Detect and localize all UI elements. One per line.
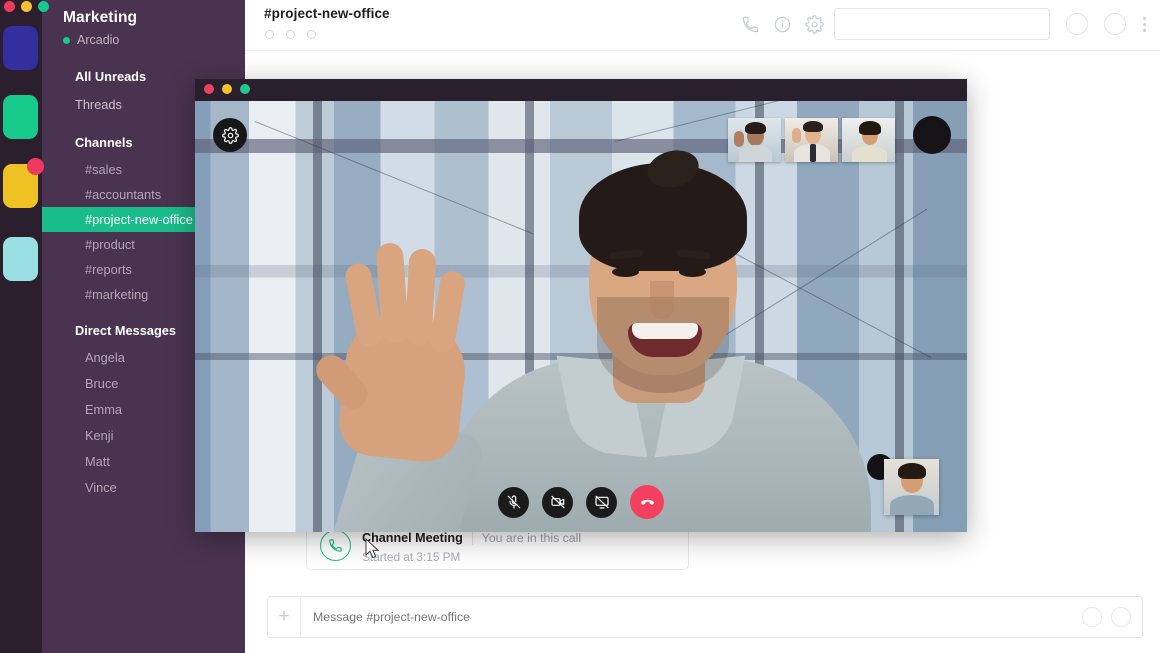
message-input[interactable] (301, 597, 1082, 637)
call-window-traffic-lights (204, 84, 250, 94)
pinned-items-icon (286, 30, 295, 39)
mouse-cursor (365, 538, 380, 565)
phone-circle-icon (320, 530, 351, 561)
channel-topic-icon (307, 30, 316, 39)
emoji-icon[interactable] (1082, 607, 1102, 627)
close-window-button[interactable] (4, 1, 15, 12)
participant-thumbnail[interactable] (785, 118, 838, 162)
call-maximize-button[interactable] (240, 84, 250, 94)
video-stage (195, 101, 967, 532)
workspace-tile-green[interactable] (3, 95, 38, 139)
minimize-window-button[interactable] (21, 1, 32, 12)
workspace-tile-yellow[interactable] (3, 164, 38, 208)
window-mullion (313, 101, 322, 532)
current-user: Arcadio (63, 33, 245, 47)
workspace-tile-cyan[interactable] (3, 237, 38, 281)
search-input[interactable] (835, 9, 1049, 39)
workspace-name: Marketing (63, 9, 245, 27)
member-count-icon (265, 30, 274, 39)
participant-overflow-avatar[interactable] (913, 116, 951, 154)
maximize-window-button[interactable] (38, 1, 49, 12)
screen-share-off-icon[interactable] (586, 487, 617, 518)
plus-icon[interactable]: + (268, 597, 301, 637)
header-avatar-circle-2[interactable] (1104, 13, 1126, 35)
gear-icon[interactable] (213, 118, 247, 152)
unread-badge (27, 158, 44, 175)
attachment-icon[interactable] (1111, 607, 1131, 627)
channel-header-actions (734, 7, 1152, 41)
user-name: Arcadio (77, 33, 119, 47)
meeting-status: You are in this call (482, 531, 581, 545)
channel-title: #project-new-office (264, 6, 390, 21)
header-avatar-circle-1[interactable] (1066, 13, 1088, 35)
divider (472, 532, 473, 545)
workspace-tile-indigo[interactable] (3, 26, 38, 70)
channel-header: #project-new-office (245, 0, 1160, 51)
window-traffic-lights (4, 1, 49, 12)
video-call-window[interactable] (195, 79, 967, 532)
gear-icon[interactable] (798, 7, 830, 41)
self-video-thumbnail[interactable] (884, 459, 939, 515)
call-close-button[interactable] (204, 84, 214, 94)
info-icon[interactable] (766, 7, 798, 41)
workspace-header[interactable]: Marketing Arcadio (42, 0, 245, 47)
presence-online-icon (63, 37, 70, 44)
microphone-off-icon[interactable] (498, 487, 529, 518)
participant-thumbnails (728, 118, 895, 162)
call-minimize-button[interactable] (222, 84, 232, 94)
participant-thumbnail[interactable] (728, 118, 781, 162)
search-box[interactable] (834, 8, 1050, 40)
call-controls (498, 485, 664, 519)
call-window-titlebar (195, 79, 967, 101)
message-composer[interactable]: + (267, 596, 1143, 638)
camera-off-icon[interactable] (542, 487, 573, 518)
phone-icon[interactable] (734, 7, 766, 41)
kebab-menu-icon[interactable] (1136, 17, 1152, 32)
participant-thumbnail[interactable] (842, 118, 895, 162)
app-rail (0, 0, 42, 653)
phone-hangup-icon[interactable] (630, 485, 664, 519)
channel-meta (265, 30, 316, 39)
